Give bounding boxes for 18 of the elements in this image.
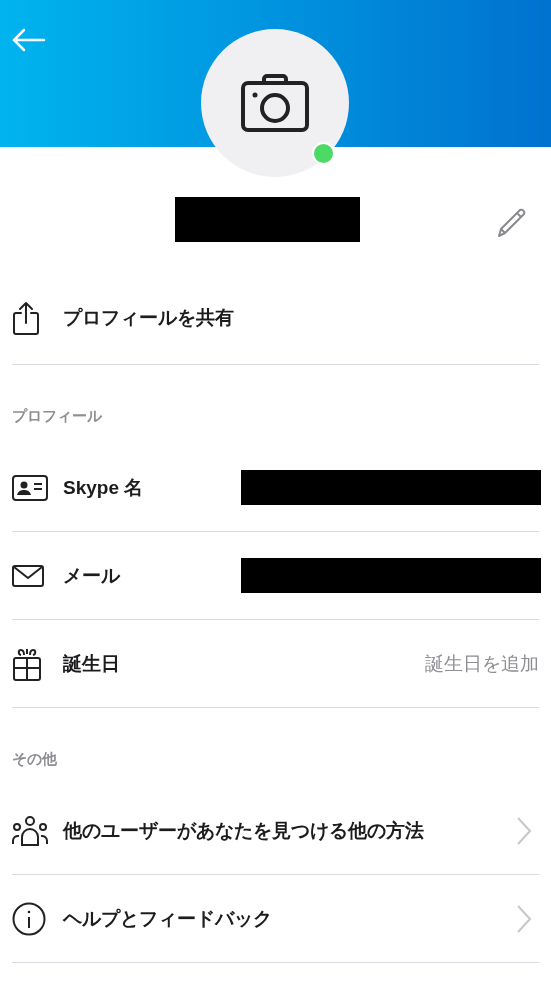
row-label: メール (63, 563, 120, 588)
row-label: ヘルプとフィードバック (63, 906, 272, 931)
chevron-right-icon (517, 816, 531, 845)
chevron-right-icon (517, 904, 531, 933)
share-icon (12, 301, 40, 335)
row-label: 誕生日 (63, 651, 120, 676)
id-card-icon (12, 474, 48, 501)
row-label: Skype 名 (63, 475, 144, 500)
info-icon (12, 901, 46, 936)
pencil-icon[interactable] (496, 207, 528, 239)
section-header: その他 (12, 750, 57, 767)
row-label: 他のユーザーがあなたを見つける他の方法 (63, 818, 424, 843)
people-icon (12, 814, 48, 847)
camera-icon (240, 73, 310, 133)
mail-icon (12, 564, 44, 587)
section-header: プロフィール (12, 407, 102, 424)
back-icon[interactable] (12, 28, 46, 52)
share-profile-link[interactable]: プロフィールを共有 (63, 305, 234, 331)
